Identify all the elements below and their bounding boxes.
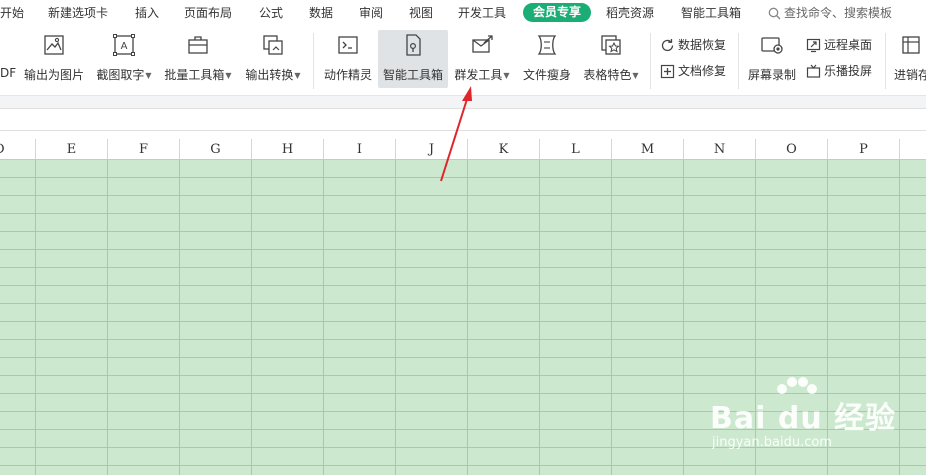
ribbon-divider (650, 33, 651, 89)
table-features-button[interactable]: 表格特色▼ (580, 30, 642, 88)
action-wizard-button[interactable]: 动作精灵 (320, 30, 376, 88)
recovery-icon (661, 39, 674, 52)
tab-view[interactable]: 视图 (409, 4, 433, 22)
column-header-d[interactable]: D (0, 139, 36, 159)
export-image-button[interactable]: 输出为图片 (22, 30, 86, 88)
svg-text:A: A (121, 41, 128, 52)
column-header-o[interactable]: O (756, 139, 828, 159)
ribbon-sheet-gap (0, 95, 926, 108)
tool-label: 截图取字 (96, 68, 145, 82)
tab-page-layout[interactable]: 页面布局 (184, 4, 232, 22)
smart-toolbox-button[interactable]: 智能工具箱 (378, 30, 448, 88)
chevron-down-icon: ▼ (632, 71, 639, 80)
column-header-k[interactable]: K (468, 139, 540, 159)
batch-toolbox-button[interactable]: 批量工具箱▼ (163, 30, 233, 88)
repair-plus-icon (660, 64, 675, 79)
watermark-brand: Bai du 经验 (710, 401, 897, 436)
tool-label: 屏幕录制 (747, 68, 796, 82)
tool-label: 乐播投屏 (824, 64, 873, 78)
convert-icon (263, 35, 283, 55)
send-mail-icon (472, 35, 493, 53)
remote-desktop-button[interactable]: 远程桌面 (806, 35, 872, 55)
search-icon (768, 7, 781, 20)
data-recovery-button[interactable]: 数据恢复 (660, 35, 726, 55)
chevron-down-icon: ▼ (145, 71, 152, 80)
column-header-l[interactable]: L (540, 139, 612, 159)
column-header-p[interactable]: P (828, 139, 900, 159)
search-placeholder: 查找命令、搜索模板 (784, 6, 893, 20)
output-convert-button[interactable]: 输出转换▼ (243, 30, 303, 88)
image-export-icon (44, 35, 64, 55)
terminal-icon (338, 36, 358, 54)
pdf-icon (0, 33, 16, 57)
ribbon-divider (313, 33, 314, 89)
tab-smart-toolbox[interactable]: 智能工具箱 (681, 4, 741, 22)
tv-cast-icon (806, 64, 821, 78)
file-slim-icon (537, 35, 557, 55)
tab-review[interactable]: 审阅 (359, 4, 383, 22)
tab-insert[interactable]: 插入 (135, 4, 159, 22)
column-header-g[interactable]: G (180, 139, 252, 159)
chevron-down-icon: ▼ (503, 71, 510, 80)
file-slim-button[interactable]: 文件瘦身 (520, 30, 574, 88)
tool-label: 文件瘦身 (522, 68, 571, 82)
column-header-f[interactable]: F (108, 139, 180, 159)
tab-formula[interactable]: 公式 (259, 4, 283, 22)
screenshot-ocr-button[interactable]: A 截图取字▼ (94, 30, 154, 88)
mass-send-tool-button[interactable]: 群发工具▼ (451, 30, 513, 88)
column-header-h[interactable]: H (252, 139, 324, 159)
tab-new-tab[interactable]: 新建选项卡 (48, 4, 108, 22)
tool-label: 智能工具箱 (382, 68, 443, 82)
remote-desktop-icon (806, 38, 821, 53)
column-header-m[interactable]: M (612, 139, 684, 159)
document-repair-button[interactable]: 文档修复 (660, 61, 726, 81)
tool-label: 远程桌面 (824, 38, 873, 52)
column-header-bar: D E F G H I J K L M N O P (0, 139, 926, 160)
toolbox-icon (188, 36, 208, 54)
tool-label: 进销存 (894, 68, 926, 82)
ribbon-toolbar: DF 输出为图片 A 截图取字▼ 批量工具箱▼ 输出转换▼ 动作精灵 智能工具箱… (0, 25, 926, 95)
table-feature-icon (601, 35, 621, 55)
inventory-button[interactable]: 进销存 (892, 30, 926, 88)
chevron-down-icon: ▼ (225, 71, 232, 80)
export-pdf-button[interactable]: DF (0, 30, 16, 88)
ribbon-divider (738, 33, 739, 89)
column-header-e[interactable]: E (36, 139, 108, 159)
menu-bar: 开始 新建选项卡 插入 页面布局 公式 数据 审阅 视图 开发工具 会员专享 稻… (0, 0, 926, 25)
document-tool-icon (406, 34, 421, 56)
tool-label: DF (0, 66, 17, 80)
chevron-down-icon: ▼ (294, 71, 301, 80)
tab-developer[interactable]: 开发工具 (458, 4, 506, 22)
inventory-icon (902, 36, 920, 54)
column-header-i[interactable]: I (324, 139, 396, 159)
tab-start[interactable]: 开始 (0, 4, 24, 22)
tool-label: 动作精灵 (323, 68, 372, 82)
tool-label: 数据恢复 (678, 38, 727, 52)
screen-record-button[interactable]: 屏幕录制 (744, 30, 800, 88)
formula-bar[interactable] (0, 108, 926, 131)
tool-label: 表格特色 (583, 68, 632, 82)
tab-member[interactable]: 会员专享 (523, 3, 592, 22)
tool-label: 文档修复 (678, 64, 727, 78)
tab-data[interactable]: 数据 (309, 4, 333, 22)
ribbon-divider (885, 33, 886, 89)
column-header-j[interactable]: J (396, 139, 468, 159)
watermark-url: jingyan.baidu.com (712, 435, 832, 450)
tool-label: 输出为图片 (23, 68, 84, 82)
cast-screen-button[interactable]: 乐播投屏 (806, 61, 872, 81)
watermark: Bai du 经验 jingyan.baidu.com (700, 375, 926, 475)
search-box[interactable]: 查找命令、搜索模板 (768, 4, 892, 22)
ocr-frame-icon: A (113, 34, 135, 56)
tool-label: 输出转换 (245, 68, 294, 82)
tab-docer[interactable]: 稻壳资源 (606, 4, 654, 22)
screen-record-icon (761, 37, 783, 54)
tool-label: 批量工具箱 (164, 68, 225, 82)
tool-label: 群发工具 (454, 68, 503, 82)
column-header-n[interactable]: N (684, 139, 756, 159)
